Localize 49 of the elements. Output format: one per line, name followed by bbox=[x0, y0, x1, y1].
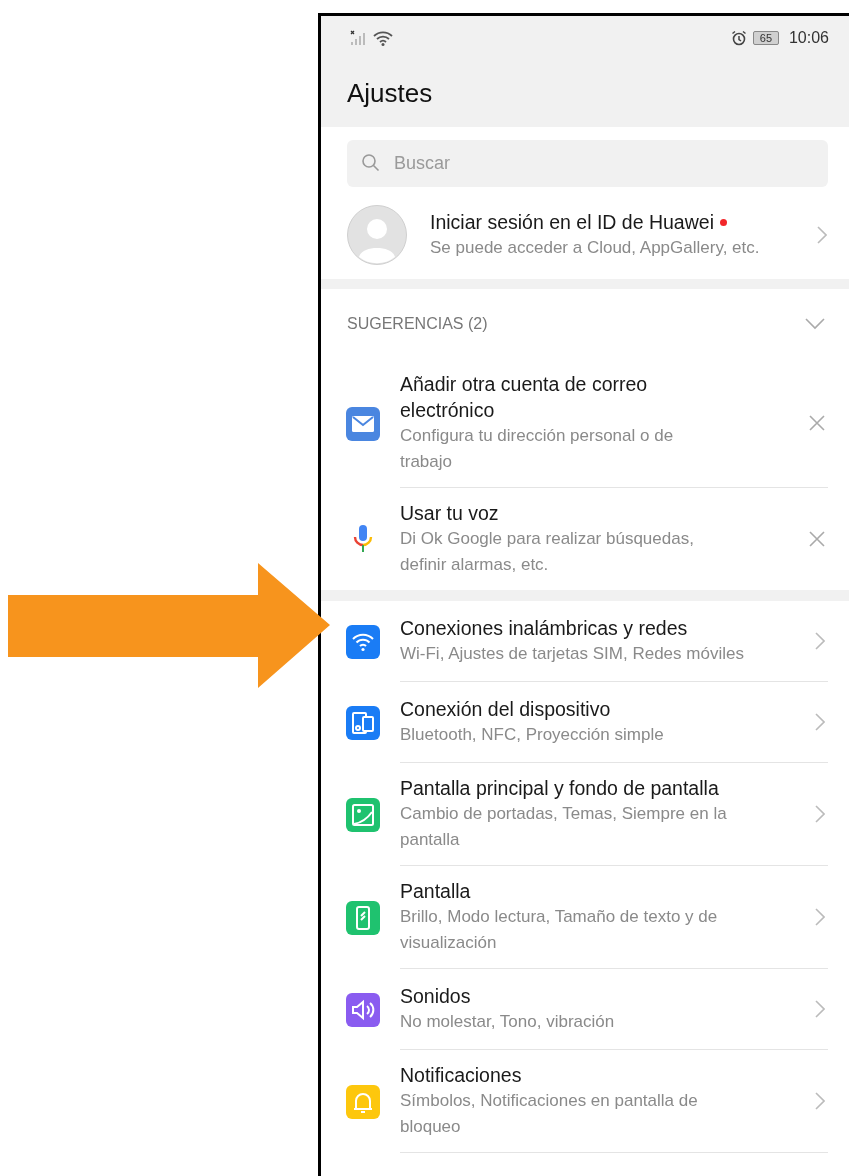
chevron-right-icon bbox=[815, 713, 825, 731]
chevron-right-icon bbox=[815, 805, 825, 823]
suggestion-item[interactable]: Añadir otra cuenta de correo electrónico Configura tu dirección personal o de trabajo bbox=[321, 359, 849, 488]
page-title: Ajustes bbox=[347, 78, 433, 109]
suggestion-subtitle: Configura tu dirección personal o de trabajo bbox=[400, 425, 675, 473]
settings-item[interactable]: Pantalla principal y fondo de pantalla Cambio de portadas, Temas, Siempre en la pantalla bbox=[321, 763, 849, 866]
section-title: SUGERENCIAS (2) bbox=[347, 315, 488, 333]
settings-item[interactable]: Notificaciones Símbolos, Notificaciones en pantalla de bloqueo bbox=[321, 1050, 849, 1153]
settings-item[interactable]: Pantalla Brillo, Modo lectura, Tamaño de texto y de visualización bbox=[321, 866, 849, 969]
settings-item[interactable]: Conexiones inalámbricas y redes Wi-Fi, Ajustes de tarjetas SIM, Redes móviles bbox=[321, 601, 849, 682]
settings-title: Conexión del dispositivo bbox=[400, 697, 612, 722]
search-field[interactable]: Buscar bbox=[347, 140, 828, 187]
avatar-icon bbox=[347, 205, 407, 265]
settings-title: Sonidos bbox=[400, 984, 472, 1009]
settings-title: Notificaciones bbox=[400, 1063, 523, 1088]
settings-subtitle: Wi-Fi, Ajustes de tarjetas SIM, Redes móviles bbox=[400, 643, 745, 665]
settings-title: Pantalla principal y fondo de pantalla bbox=[400, 776, 720, 801]
account-row[interactable]: Iniciar sesión en el ID de Huawei Se puede acceder a Cloud, AppGallery, etc. bbox=[321, 187, 849, 279]
chevron-right-icon bbox=[815, 908, 825, 926]
alarm-icon bbox=[730, 30, 747, 46]
signal-icon bbox=[349, 30, 367, 46]
wifi-icon bbox=[373, 30, 393, 46]
mail-icon bbox=[346, 406, 380, 441]
chevron-right-icon bbox=[815, 1092, 825, 1110]
battery-level: 65 bbox=[759, 32, 773, 44]
suggestion-subtitle: Di Ok Google para realizar búsquedas, definir alarmas, etc. bbox=[400, 528, 695, 576]
chevron-right-icon bbox=[815, 1000, 825, 1018]
microphone-icon bbox=[353, 524, 373, 554]
settings-subtitle: Bluetooth, NFC, Proyección simple bbox=[400, 724, 665, 746]
settings-title: Pantalla bbox=[400, 879, 472, 904]
clock-time: 10:06 bbox=[788, 29, 829, 47]
settings-item[interactable]: Conexión del dispositivo Bluetooth, NFC, Proyección simple bbox=[321, 682, 849, 763]
settings-subtitle: Cambio de portadas, Temas, Siempre en la pantalla bbox=[400, 803, 728, 851]
collapse-chevron-icon[interactable] bbox=[805, 318, 825, 330]
settings-subtitle: No molestar, Tono, vibración bbox=[400, 1011, 616, 1033]
settings-title: Conexiones inalámbricas y redes bbox=[400, 616, 689, 641]
suggestion-title: Usar tu voz bbox=[400, 501, 500, 526]
account-title: Iniciar sesión en el ID de Huawei bbox=[430, 210, 714, 235]
suggestion-item[interactable]: Usar tu voz Di Ok Google para realizar búsquedas, definir alarmas, etc. bbox=[321, 488, 849, 590]
close-icon[interactable] bbox=[809, 415, 825, 431]
settings-subtitle: Brillo, Modo lectura, Tamaño de texto y de visualización bbox=[400, 906, 719, 954]
account-subtitle: Se puede acceder a Cloud, AppGallery, etc. bbox=[430, 237, 761, 259]
settings-subtitle: Símbolos, Notificaciones en pantalla de bloqueo bbox=[400, 1090, 699, 1138]
chevron-right-icon bbox=[815, 632, 825, 650]
suggestion-title: Añadir otra cuenta de correo electrónico bbox=[400, 372, 649, 423]
chevron-right-icon bbox=[817, 226, 827, 244]
close-icon[interactable] bbox=[809, 531, 825, 547]
search-icon bbox=[361, 153, 381, 173]
settings-item[interactable]: Sonidos No molestar, Tono, vibración bbox=[321, 969, 849, 1050]
